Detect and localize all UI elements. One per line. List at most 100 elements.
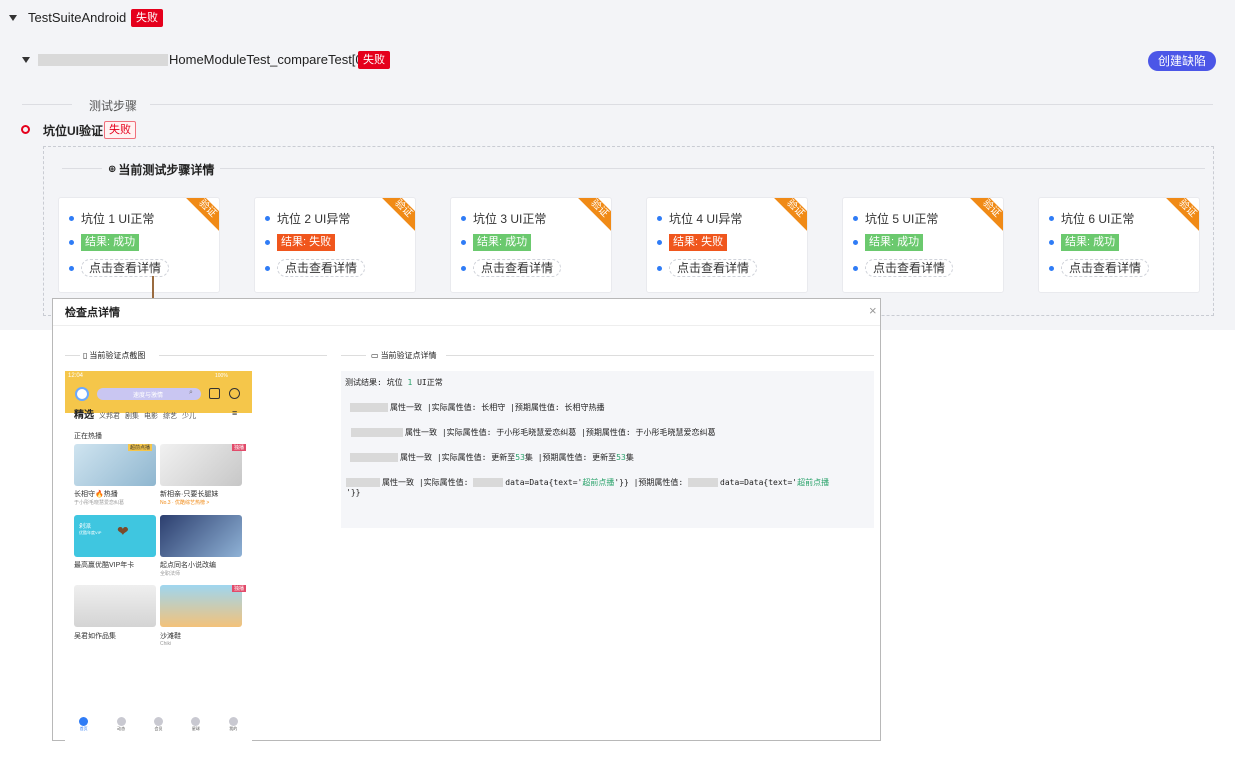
phone-tab[interactable]: 义邦君	[99, 411, 120, 421]
step-detail-heading: ⊕ 当前测试步骤详情	[108, 161, 214, 178]
card-title: 坑位 2 UI异常	[277, 212, 351, 226]
phone-tab[interactable]: 少儿	[182, 411, 196, 421]
card-result-row: 结果: 成功	[461, 234, 532, 251]
checkpoint-card[interactable]: 验证 坑位 5 UI正常 结果: 成功 点击查看详情	[842, 197, 1004, 293]
phone-tab[interactable]: 综艺	[163, 411, 177, 421]
redacted-block	[688, 478, 719, 487]
search-icon[interactable]: ⌕	[189, 389, 193, 397]
item-tag: 独播	[232, 585, 247, 592]
phone-nav-item[interactable]: 首页	[79, 717, 89, 732]
status-time: 12:04	[68, 373, 84, 379]
screenshot-title: 当前验证点截图	[89, 351, 146, 360]
checkpoint-detail-dialog: 检查点详情 × ▯ 当前验证点截图 ▭ 当前验证点详情 测试结果: 坑位 1 U…	[52, 298, 881, 741]
thumb-image[interactable]	[160, 515, 242, 557]
checkpoint-card[interactable]: 验证 坑位 2 UI异常 结果: 失败点击查看详情	[254, 197, 416, 293]
bullet-icon	[461, 240, 466, 245]
result-badge: 结果: 成功	[473, 234, 532, 251]
bullet-icon	[853, 240, 858, 245]
checkpoint-card[interactable]: 验证 坑位 4 UI异常 结果: 失败 点击查看详情	[646, 197, 808, 293]
create-bug-button[interactable]: 创建缺陷	[1148, 51, 1217, 71]
attr-text: data=Data{text='	[505, 478, 583, 487]
file-icon: ▯	[83, 351, 88, 360]
phone-nav-item[interactable]: 动态	[116, 717, 126, 732]
divider	[159, 355, 327, 356]
card-title-row: 坑位 4 UI异常	[657, 210, 742, 227]
bullet-icon	[657, 265, 662, 271]
item-title: 新相亲·只要长腿妹	[160, 491, 219, 498]
item-title: 沙滩鞋	[160, 633, 181, 640]
avatar[interactable]	[75, 387, 89, 401]
banner-sub: 优酷年度VIP	[79, 530, 102, 535]
item-title: 最高赢优酷VIP年卡	[74, 562, 135, 569]
download-icon[interactable]	[209, 388, 220, 399]
link-icon: ⊕	[108, 164, 117, 175]
nav-icon	[79, 717, 89, 726]
heart-icon: ❤	[117, 523, 129, 539]
nav-icon	[228, 717, 238, 726]
phone-nav-item[interactable]: 星球	[191, 717, 201, 732]
attr-row-4: 属性一致 |实际属性值: data=Data{text='超前点播'}} |预期…	[346, 477, 829, 488]
card-result-row: 结果: 失败	[657, 234, 728, 251]
menu-icon[interactable]: ≡	[232, 408, 237, 418]
collapse-icon[interactable]	[22, 57, 30, 63]
item-title: 吴君如作品集	[74, 633, 116, 640]
checkpoint-card[interactable]: 验证 坑位 3 UI正常 结果: 成功 点击查看详情	[450, 197, 612, 293]
redacted-block	[350, 453, 398, 462]
redacted-block	[38, 54, 168, 66]
result-badge: 结果: 失败	[277, 234, 336, 251]
card-title-row: 坑位 3 UI正常	[461, 210, 546, 227]
nav-label: 首页	[79, 726, 88, 731]
verify-ribbon: 验证	[180, 198, 219, 236]
item-tag: 独播	[232, 444, 247, 451]
attr-row-1: 属性一致 |实际属性值: 长相守 |预期属性值: 长相守热播	[350, 402, 605, 413]
verify-ribbon: 验证	[376, 198, 415, 236]
phone-nav-item[interactable]: 会员	[153, 717, 163, 732]
phone-search-input[interactable]: 速度与激情	[97, 388, 201, 400]
phone-tab[interactable]: 电影	[144, 411, 158, 421]
view-detail-link[interactable]: 点击查看详情	[81, 259, 170, 277]
phone-screenshot: 12:04 100% 速度与激情 ⌕ 精选 义邦君 剧集 电影 综艺 少儿 ≡ 正在热播 …	[65, 371, 252, 741]
view-detail-link[interactable]: 点击查看详情	[473, 259, 562, 277]
view-detail-link[interactable]: 点击查看详情	[1061, 259, 1150, 277]
checkpoint-card[interactable]: 验证 坑位 6 UI正常 结果: 成功 点击查看详情	[1038, 197, 1200, 293]
card-title: 坑位 6 UI正常	[1061, 212, 1135, 226]
item-tag: 超前点播	[128, 444, 153, 451]
nav-label: 会员	[154, 726, 163, 731]
card-link-row: 点击查看详情	[461, 259, 562, 277]
view-detail-link[interactable]: 点击查看详情	[865, 259, 954, 277]
view-detail-link[interactable]: 点击查看详情	[669, 259, 758, 277]
attr-string: 超前点播	[797, 478, 830, 487]
phone-section-title: 正在热播	[74, 433, 102, 440]
phone-nav-item[interactable]: 我的	[228, 717, 238, 732]
suite-name: TestSuiteAndroid	[28, 10, 127, 25]
bullet-icon	[69, 216, 74, 221]
card-title: 坑位 5 UI正常	[865, 212, 939, 226]
card-title-row: 坑位 2 UI异常	[265, 210, 350, 227]
attr-text: 集 |预期属性值: 更新至	[524, 453, 617, 462]
phone-tab[interactable]: 剧集	[125, 411, 139, 421]
nav-icon	[116, 717, 126, 726]
phone-tab[interactable]: 精选	[74, 406, 94, 421]
attr-text: data=Data{text='	[720, 478, 798, 487]
card-title: 坑位 4 UI异常	[669, 212, 743, 226]
attr-text: 属性一致 |实际属性值:	[382, 478, 474, 487]
collapse-icon[interactable]	[9, 15, 17, 21]
bullet-icon	[69, 240, 74, 245]
thumb-image[interactable]	[74, 585, 156, 627]
divider	[65, 355, 80, 356]
history-icon[interactable]	[229, 388, 240, 399]
banner-text: 剁派	[79, 524, 92, 530]
thumb-image[interactable]	[160, 444, 242, 486]
close-icon[interactable]: ×	[869, 303, 877, 318]
redacted-block	[346, 478, 380, 487]
step-name[interactable]: 坑位UI验证	[43, 122, 103, 139]
divider	[22, 104, 72, 105]
screenshot-heading: ▯ 当前验证点截图	[83, 350, 145, 361]
attr-text: 属性一致 |实际属性值: 于小彤毛晓慧爱恋纠葛 |预期属性值: 于小彤毛晓慧爱恋…	[405, 428, 716, 437]
attr-row-2: 属性一致 |实际属性值: 于小彤毛晓慧爱恋纠葛 |预期属性值: 于小彤毛晓慧爱恋…	[351, 427, 716, 438]
checkpoint-card[interactable]: 验证 坑位 1 UI正常 结果: 成功 点击查看详情	[58, 197, 220, 293]
suite-status-badge: 失败	[131, 9, 163, 27]
result-badge: 结果: 成功	[1061, 234, 1120, 251]
view-detail-link[interactable]: 点击查看详情	[277, 259, 366, 277]
thumb-image[interactable]	[160, 585, 242, 627]
